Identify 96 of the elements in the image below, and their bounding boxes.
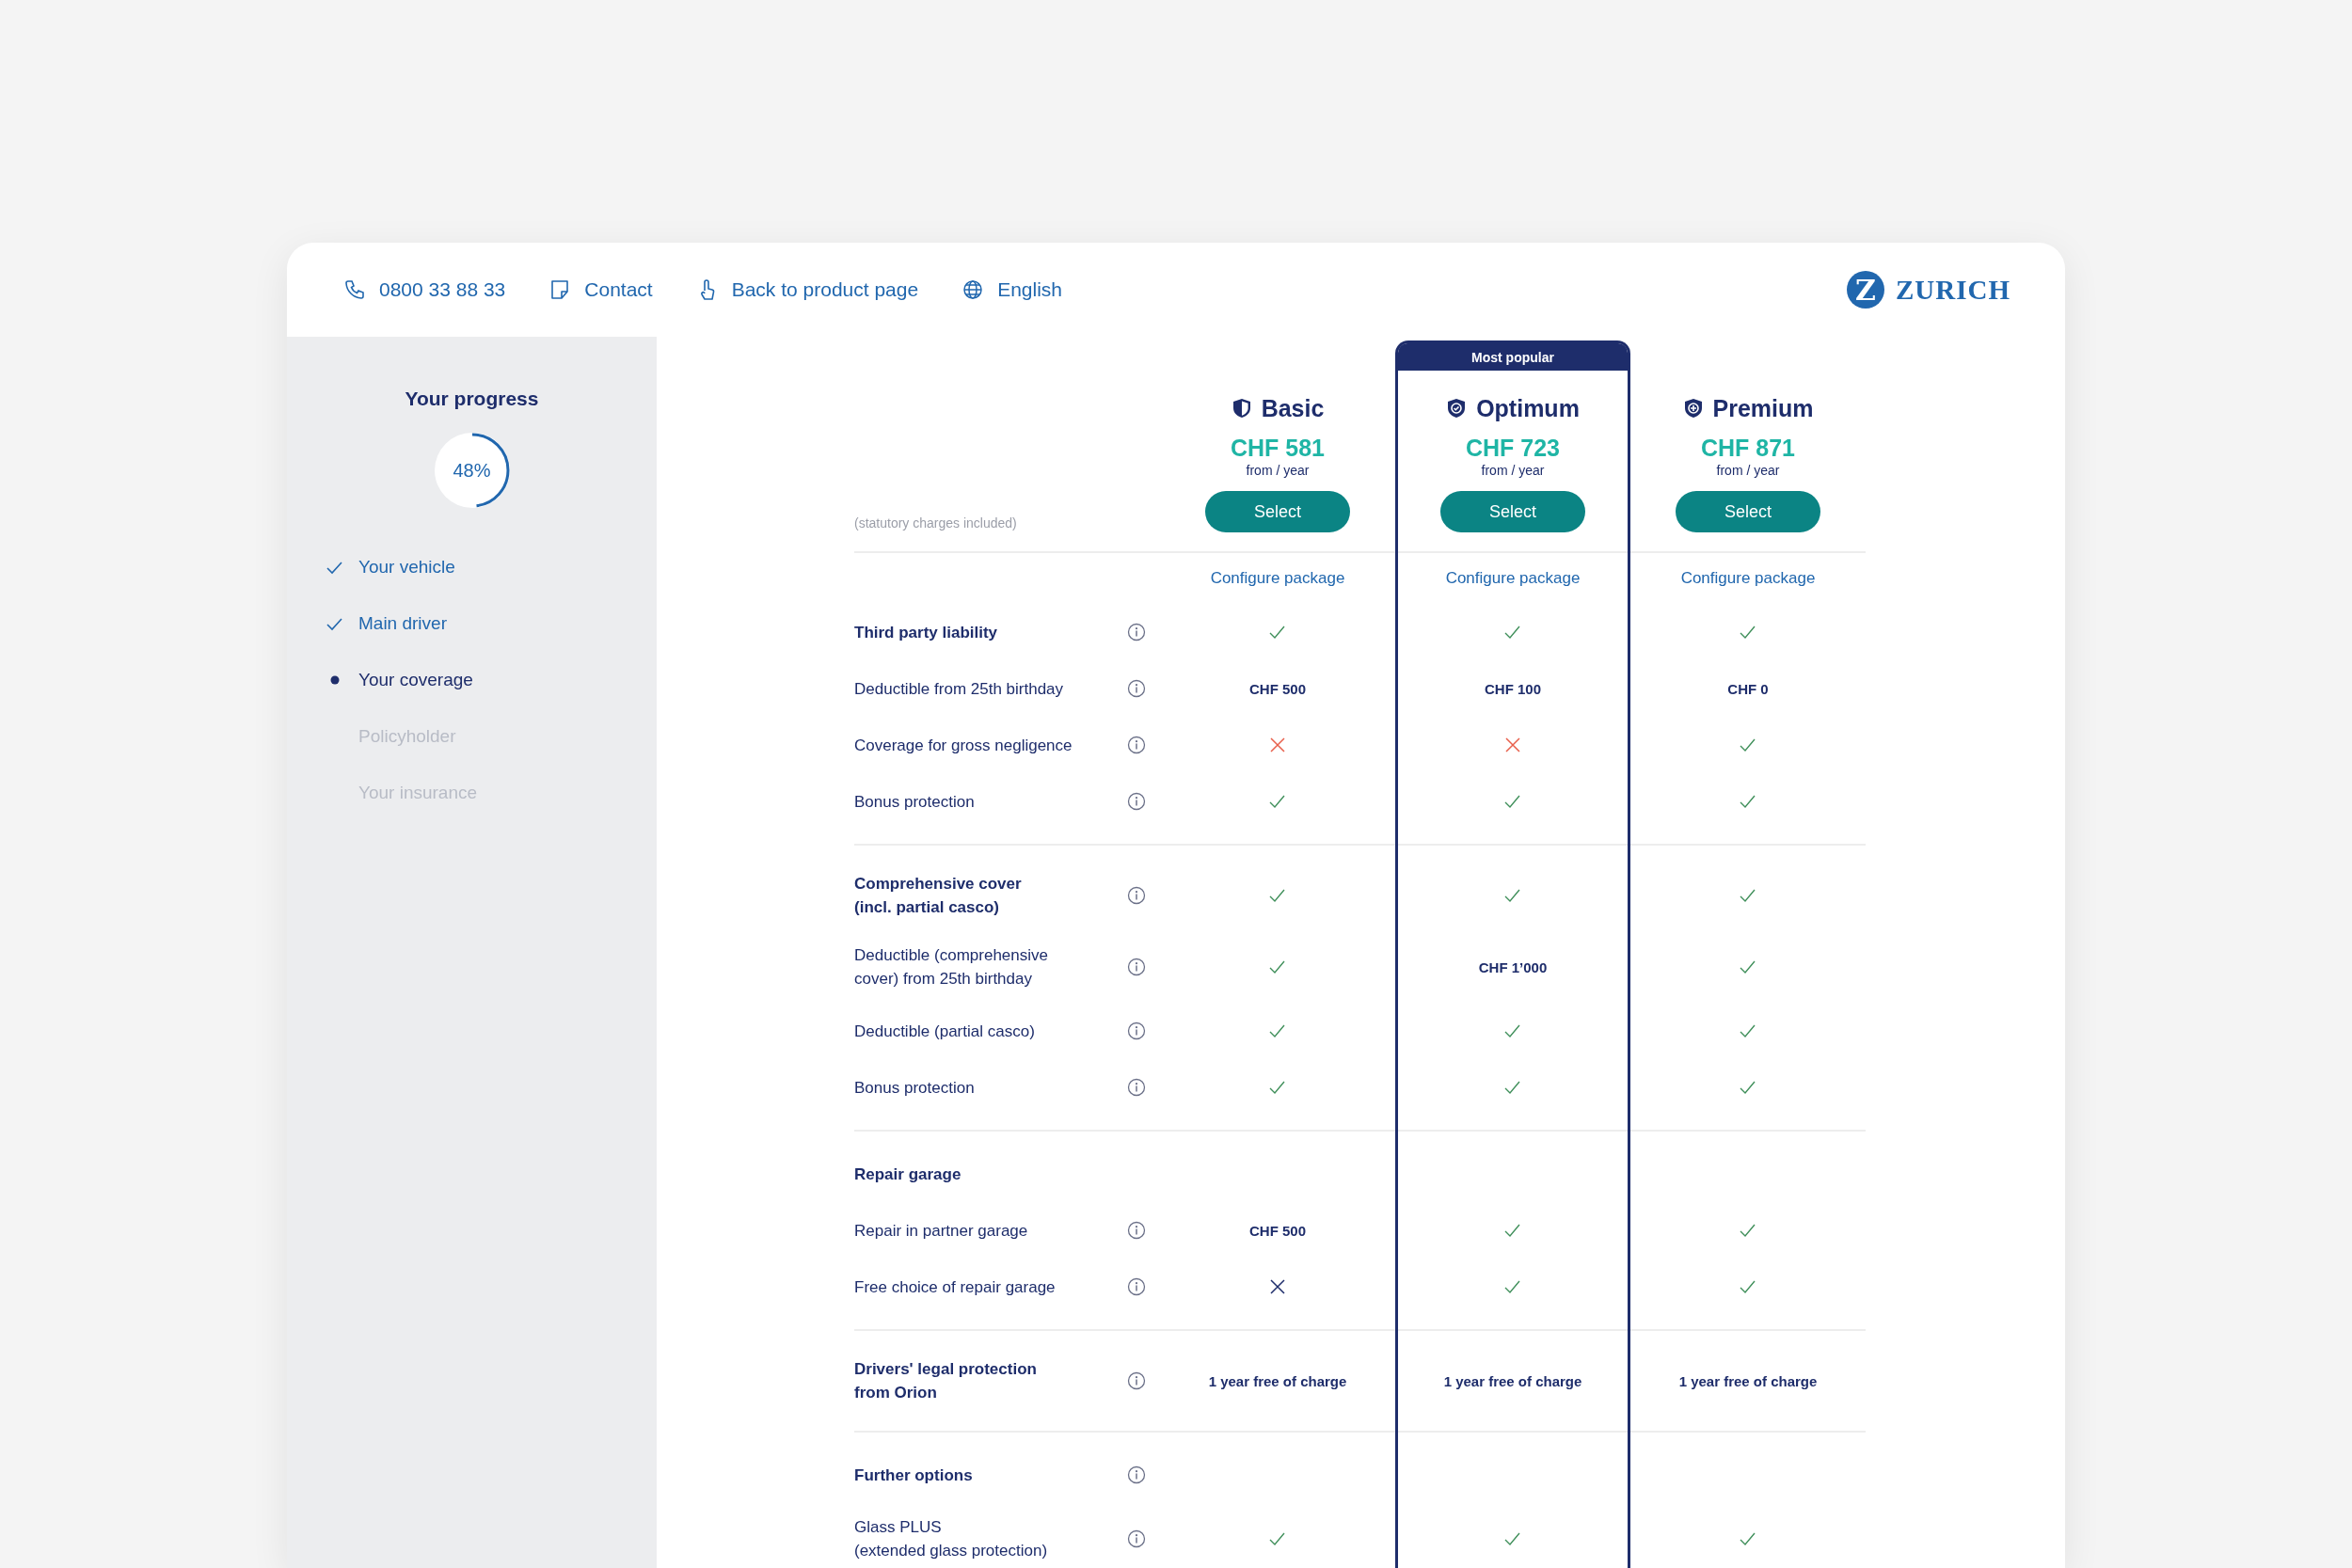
globe-icon	[961, 278, 985, 301]
table-cell: CHF 0	[1727, 680, 1769, 697]
check-icon	[1268, 888, 1287, 903]
check-icon	[1268, 1531, 1287, 1546]
plan-price: CHF 723	[1465, 434, 1560, 462]
check-icon	[1268, 625, 1287, 640]
section-title: Drivers' legal protection from Orion	[854, 1359, 1037, 1403]
info-icon[interactable]	[1127, 792, 1146, 811]
check-icon	[1268, 794, 1287, 809]
feature-label: Coverage for gross negligence	[854, 735, 1073, 756]
feature-label: Free choice of repair garage	[854, 1276, 1056, 1298]
check-icon	[1503, 1279, 1522, 1294]
info-icon[interactable]	[1127, 1371, 1146, 1390]
info-icon[interactable]	[1127, 1277, 1146, 1296]
select-button[interactable]: Select	[1676, 491, 1820, 532]
table-cell: CHF 100	[1485, 680, 1541, 697]
plan-price: CHF 871	[1700, 434, 1795, 462]
check-icon	[1503, 888, 1522, 903]
check-icon	[1739, 1531, 1757, 1546]
section-title: Comprehensive cover (incl. partial casco)	[854, 874, 1022, 918]
section-title: Further options	[854, 1465, 973, 1486]
table-cell: 1 year free of charge	[1208, 1372, 1347, 1389]
configure-link[interactable]: Configure package	[1210, 569, 1345, 588]
check-icon	[1503, 625, 1522, 640]
info-icon[interactable]	[1127, 1078, 1146, 1097]
header-link[interactable]: Back to product page	[695, 278, 919, 301]
popular-badge: Most popular	[1398, 343, 1628, 371]
phone-icon	[343, 278, 366, 301]
info-icon[interactable]	[1127, 1022, 1146, 1040]
half-shield-icon	[1231, 397, 1252, 420]
info-icon[interactable]	[1127, 1221, 1146, 1240]
plan-price: CHF 581	[1230, 434, 1325, 462]
check-icon	[1268, 959, 1287, 974]
check-icon	[1503, 1023, 1522, 1038]
check-icon	[1739, 625, 1757, 640]
info-icon[interactable]	[1127, 623, 1146, 641]
feature-label: Glass PLUS (extended glass protection)	[854, 1517, 1048, 1561]
info-icon[interactable]	[1127, 958, 1146, 976]
plan-name: Basic	[1261, 394, 1325, 422]
select-button[interactable]: Select	[1205, 491, 1350, 532]
check-icon	[326, 560, 344, 575]
table-cell: CHF 500	[1249, 1222, 1306, 1239]
logo-mark: Z	[1847, 271, 1884, 309]
sidebar-title: Your progress	[405, 388, 539, 410]
feature-label: Deductible from 25th birthday	[854, 678, 1064, 700]
select-button[interactable]: Select	[1440, 491, 1585, 532]
info-icon[interactable]	[1127, 736, 1146, 754]
header-link[interactable]: 0800 33 88 33	[343, 278, 506, 301]
table-cell: 1 year free of charge	[1443, 1372, 1582, 1389]
progress-step[interactable]: Your coverage	[358, 670, 473, 690]
check-icon	[1268, 1080, 1287, 1095]
header-link[interactable]: Contact	[548, 278, 653, 301]
info-icon[interactable]	[1127, 1465, 1146, 1484]
check-icon	[1739, 1279, 1757, 1294]
check-icon	[1503, 1080, 1522, 1095]
logo-wordmark: ZURICH	[1896, 274, 2010, 306]
check-icon	[1739, 1023, 1757, 1038]
plan-name: Premium	[1712, 394, 1814, 422]
table-cell: CHF 1’000	[1478, 958, 1548, 975]
info-icon[interactable]	[1127, 886, 1146, 905]
progress-step[interactable]: Your vehicle	[358, 557, 455, 578]
check-icon	[1739, 1223, 1757, 1238]
feature-label: Bonus protection	[854, 791, 975, 813]
price-period: from / year	[1481, 462, 1545, 479]
feature-label: Deductible (comprehensive cover) from 25th birthday	[854, 945, 1048, 990]
price-period: from / year	[1246, 462, 1310, 479]
check-icon	[326, 616, 344, 631]
feature-label: Repair in partner garage	[854, 1220, 1028, 1242]
price-period: from / year	[1716, 462, 1780, 479]
check-icon	[1739, 888, 1757, 903]
shield-check-icon	[1446, 397, 1468, 420]
info-icon[interactable]	[1127, 679, 1146, 698]
shield-plus-icon	[1682, 397, 1704, 420]
check-icon	[1739, 794, 1757, 809]
check-icon	[1739, 737, 1757, 752]
feature-label: Deductible (partial casco)	[854, 1021, 1035, 1042]
feature-label: Bonus protection	[854, 1077, 975, 1099]
table-cell: CHF 500	[1249, 680, 1306, 697]
charges-note: (statutory charges included)	[854, 515, 1017, 531]
section-title: Third party liability	[854, 622, 998, 643]
configure-link[interactable]: Configure package	[1445, 569, 1581, 588]
table-cell: 1 year free of charge	[1678, 1372, 1818, 1389]
info-icon[interactable]	[1127, 1529, 1146, 1548]
check-icon	[1739, 959, 1757, 974]
configure-link[interactable]: Configure package	[1680, 569, 1816, 588]
check-icon	[1268, 1023, 1287, 1038]
check-icon	[1503, 1223, 1522, 1238]
check-icon	[1503, 1531, 1522, 1546]
check-icon	[1739, 1080, 1757, 1095]
current-step-dot	[330, 675, 340, 685]
header-link[interactable]: English	[961, 278, 1063, 301]
progress-percent: 48%	[453, 460, 491, 481]
plan-name: Optimum	[1476, 394, 1580, 422]
section-title: Repair garage	[854, 1164, 961, 1185]
progress-step[interactable]: Main driver	[358, 613, 447, 634]
check-icon	[1503, 794, 1522, 809]
